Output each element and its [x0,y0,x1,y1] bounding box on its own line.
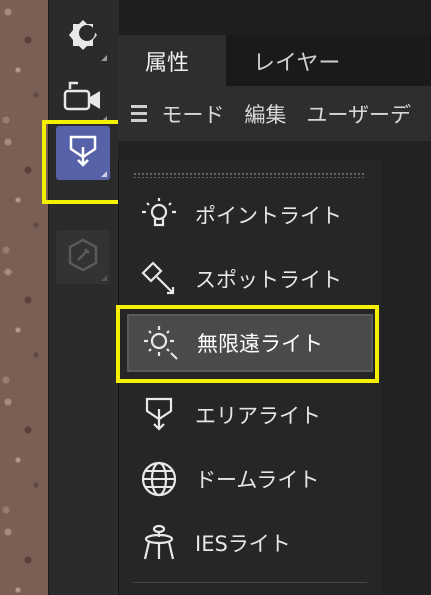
panel-menubar: モード 編集 ユーザーデ [118,86,431,141]
menu-tear-off-handle[interactable] [133,172,365,178]
menu-edit[interactable]: 編集 [244,99,286,129]
menu-item-label: ドームライト [195,468,320,492]
menu-item-label: スポットライト [195,268,342,292]
point-light-icon [135,193,183,237]
ies-light-icon [135,521,183,565]
draw-tool-button[interactable] [56,230,110,284]
dome-light-icon [135,457,183,501]
menu-divider [133,582,367,583]
menu-item-label: ポイントライト [195,204,342,228]
area-light-icon [135,393,183,437]
menu-mode[interactable]: モード [161,99,224,129]
camera-tool-button[interactable] [56,71,110,125]
menu-item-label: IESライト [195,532,291,556]
panel-tabs: 属性 レイヤー [118,35,431,86]
left-toolbar [48,0,119,595]
menu-item-point-light[interactable]: ポイントライト [127,186,373,244]
camera-icon [62,79,104,117]
menu-item-ies-light[interactable]: IESライト [127,514,373,572]
tool-highlight-box [42,120,124,204]
tab-layers[interactable]: レイヤー [226,35,366,86]
tab-attributes[interactable]: 属性 [118,35,226,86]
menu-item-dome-light[interactable]: ドームライト [127,450,373,508]
sky-tool-button[interactable] [56,10,110,64]
menu-item-area-light[interactable]: エリアライト [127,386,373,444]
menu-item-spot-light[interactable]: スポットライト [127,250,373,308]
hamburger-menu-icon[interactable] [131,101,148,126]
spot-light-icon [135,257,183,301]
menu-highlight-box [116,305,379,383]
menu-user-data[interactable]: ユーザーデ [306,99,411,129]
pencil-icon [65,237,101,277]
night-sky-icon [65,17,101,57]
viewport-background [0,0,48,595]
menu-item-label: エリアライト [195,404,321,428]
